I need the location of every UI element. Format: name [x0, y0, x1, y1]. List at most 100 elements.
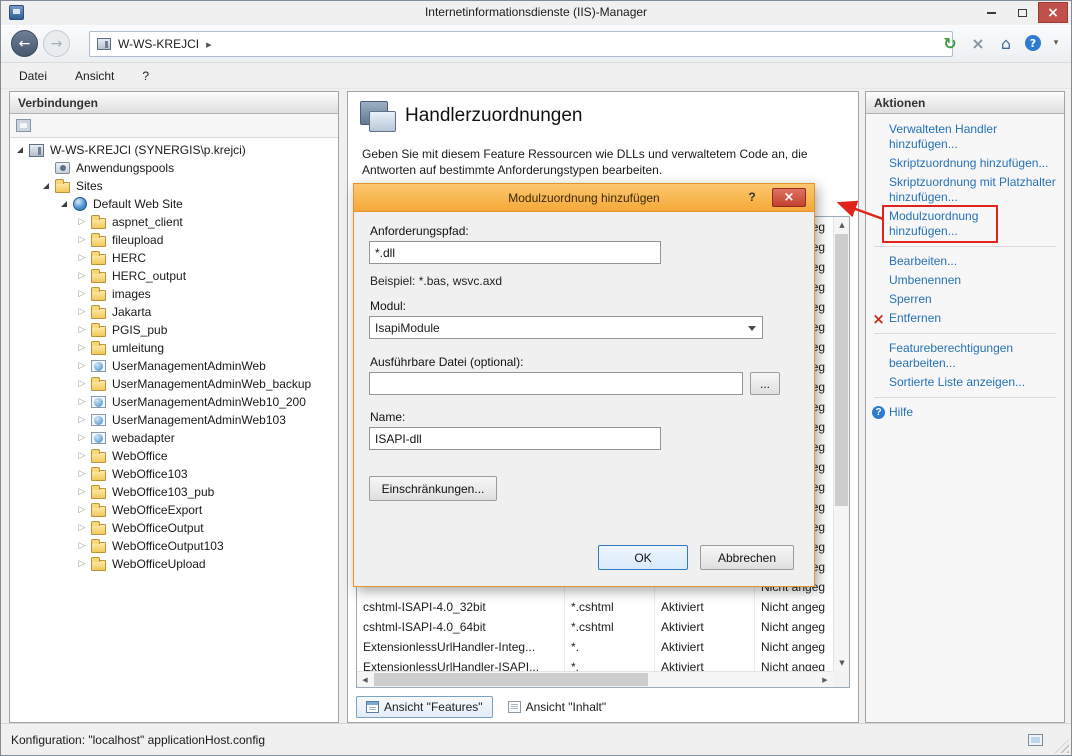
horizontal-scrollbar[interactable]: [357, 671, 833, 687]
tree-expander-icon[interactable]: [40, 180, 52, 192]
home-icon[interactable]: [997, 34, 1015, 52]
view-tab[interactable]: Ansicht "Inhalt": [499, 697, 616, 717]
tree-expander-icon[interactable]: [76, 468, 88, 480]
action-item-label[interactable]: Hilfe: [889, 405, 913, 420]
menu-item[interactable]: Ansicht: [75, 69, 114, 83]
tree-item[interactable]: Default Web Site: [10, 195, 338, 213]
maximize-button[interactable]: [1007, 2, 1037, 23]
chevron-right-icon[interactable]: [206, 37, 212, 51]
help-icon[interactable]: [1025, 35, 1041, 51]
scroll-right-icon[interactable]: [817, 672, 833, 688]
action-item-label[interactable]: Skriptzuordnung mit Platzhalter hinzufüg…: [889, 175, 1057, 205]
tree-expander-icon[interactable]: [76, 378, 88, 390]
tree-item[interactable]: WebOffice: [10, 447, 338, 465]
ok-button[interactable]: OK: [598, 545, 688, 570]
tree-expander-icon[interactable]: [76, 288, 88, 300]
action-item[interactable]: Verwalteten Handler hinzufügen...: [866, 120, 1064, 154]
tree-item[interactable]: WebOffice103: [10, 465, 338, 483]
view-tab[interactable]: Ansicht "Features": [356, 696, 493, 718]
tree-item[interactable]: WebOfficeOutput103: [10, 537, 338, 555]
action-item[interactable]: Featureberechtigungen bearbeiten...: [866, 339, 1064, 373]
tree-item[interactable]: aspnet_client: [10, 213, 338, 231]
horizontal-scroll-thumb[interactable]: [374, 673, 648, 686]
vertical-scrollbar[interactable]: [833, 217, 849, 671]
action-item-label[interactable]: Sortierte Liste anzeigen...: [889, 375, 1025, 390]
vertical-scroll-thumb[interactable]: [835, 234, 848, 506]
tree-item[interactable]: umleitung: [10, 339, 338, 357]
breadcrumb-item[interactable]: W-WS-KREJCI: [118, 37, 199, 51]
action-item[interactable]: Skriptzuordnung mit Platzhalter hinzufüg…: [866, 173, 1064, 207]
tree-item[interactable]: Jakarta: [10, 303, 338, 321]
dialog-help-button[interactable]: ?: [744, 190, 760, 206]
action-item-label[interactable]: Skriptzuordnung hinzufügen...: [889, 156, 1048, 171]
name-input[interactable]: [369, 427, 661, 450]
tree-item[interactable]: WebOfficeUpload: [10, 555, 338, 573]
restrictions-button[interactable]: Einschränkungen...: [369, 476, 497, 501]
tree-expander-icon[interactable]: [76, 342, 88, 354]
tree-item[interactable]: UserManagementAdminWeb103: [10, 411, 338, 429]
module-select[interactable]: IsapiModule: [369, 316, 763, 339]
tree-item[interactable]: WebOfficeOutput: [10, 519, 338, 537]
menu-item[interactable]: ?: [142, 69, 149, 83]
action-item[interactable]: Modulzuordnung hinzufügen...: [866, 207, 1064, 241]
tree-expander-icon[interactable]: [76, 414, 88, 426]
back-button[interactable]: [11, 30, 38, 57]
tree-expander-icon[interactable]: [76, 396, 88, 408]
tree-expander-icon[interactable]: [76, 522, 88, 534]
tree-item[interactable]: fileupload: [10, 231, 338, 249]
tree-expander-icon[interactable]: [14, 144, 26, 156]
table-row[interactable]: ExtensionlessUrlHandler-ISAPI... *. Akti…: [357, 657, 833, 671]
action-item[interactable]: Sortierte Liste anzeigen...: [866, 373, 1064, 392]
tree-item[interactable]: UserManagementAdminWeb_backup: [10, 375, 338, 393]
tree-expander-icon[interactable]: [76, 504, 88, 516]
help-dropdown-icon[interactable]: [1051, 34, 1061, 52]
stop-icon[interactable]: [969, 34, 987, 52]
action-item-label[interactable]: Modulzuordnung hinzufügen...: [882, 205, 998, 243]
tree-expander-icon[interactable]: [76, 270, 88, 282]
action-item[interactable]: Bearbeiten...: [866, 252, 1064, 271]
scroll-down-icon[interactable]: [834, 655, 850, 671]
tree-item[interactable]: PGIS_pub: [10, 321, 338, 339]
action-item-label[interactable]: Sperren: [889, 292, 932, 307]
tree-item[interactable]: WebOffice103_pub: [10, 483, 338, 501]
tree-item[interactable]: UserManagementAdminWeb10_200: [10, 393, 338, 411]
action-item-label[interactable]: Bearbeiten...: [889, 254, 957, 269]
action-item-label[interactable]: Umbenennen: [889, 273, 961, 288]
action-item-label[interactable]: Verwalteten Handler hinzufügen...: [889, 122, 1057, 152]
tree-item[interactable]: WebOfficeExport: [10, 501, 338, 519]
scroll-up-icon[interactable]: [834, 217, 850, 233]
tree-item[interactable]: UserManagementAdminWeb: [10, 357, 338, 375]
tree-item[interactable]: W-WS-KREJCI (SYNERGIS\p.krejci): [10, 141, 338, 159]
tree-expander-icon[interactable]: [76, 252, 88, 264]
tree-expander-icon[interactable]: [58, 198, 70, 210]
minimize-button[interactable]: [976, 2, 1006, 23]
menu-item[interactable]: Datei: [19, 69, 47, 83]
action-item[interactable]: Sperren: [866, 290, 1064, 309]
tree-expander-icon[interactable]: [76, 306, 88, 318]
close-button[interactable]: [1038, 2, 1068, 23]
resize-grip-icon[interactable]: [1055, 739, 1069, 753]
tree-expander-icon[interactable]: [76, 234, 88, 246]
tree-item[interactable]: Sites: [10, 177, 338, 195]
tree-item[interactable]: HERC: [10, 249, 338, 267]
action-item[interactable]: Skriptzuordnung hinzufügen...: [866, 154, 1064, 173]
table-row[interactable]: cshtml-ISAPI-4.0_32bit *.cshtml Aktivier…: [357, 597, 833, 617]
table-row[interactable]: ExtensionlessUrlHandler-Integ... *. Akti…: [357, 637, 833, 657]
action-item[interactable]: Umbenennen: [866, 271, 1064, 290]
cancel-button[interactable]: Abbrechen: [700, 545, 794, 570]
tree-expander-icon[interactable]: [40, 162, 52, 174]
tree-expander-icon[interactable]: [76, 450, 88, 462]
tree-expander-icon[interactable]: [76, 486, 88, 498]
tree-expander-icon[interactable]: [76, 324, 88, 336]
tree-expander-icon[interactable]: [76, 360, 88, 372]
breadcrumb[interactable]: W-WS-KREJCI: [89, 31, 953, 57]
action-item[interactable]: Entfernen: [866, 309, 1064, 328]
tree-expander-icon[interactable]: [76, 216, 88, 228]
tree-item[interactable]: images: [10, 285, 338, 303]
tree-item[interactable]: Anwendungspools: [10, 159, 338, 177]
request-path-input[interactable]: [369, 241, 661, 264]
tree-item[interactable]: HERC_output: [10, 267, 338, 285]
table-row[interactable]: cshtml-ISAPI-4.0_64bit *.cshtml Aktivier…: [357, 617, 833, 637]
action-item-label[interactable]: Entfernen: [889, 311, 941, 326]
tree-expander-icon[interactable]: [76, 432, 88, 444]
